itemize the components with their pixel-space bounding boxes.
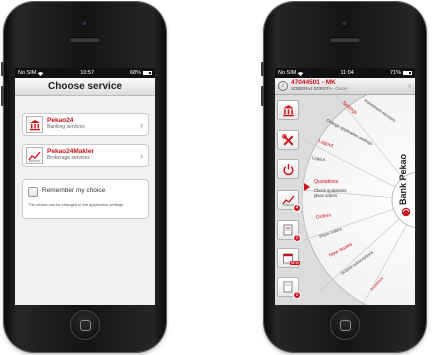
battery-icon — [403, 71, 412, 75]
volume-up-button — [261, 86, 264, 106]
chevron-right-icon: › — [140, 150, 143, 161]
owner-name: SOBIERAJ DOROTA — [291, 86, 332, 92]
carrier-label: No SIM — [278, 70, 304, 76]
account-header[interactable]: i 47044501 - MK SOBIERAJ DOROTA - Owner … — [275, 78, 415, 95]
remember-choice-label[interactable]: Remember my choice — [42, 187, 105, 194]
rotary-menu-wheel[interactable]: Bank Pekao Investment services Settings … — [302, 95, 415, 305]
battery-indicator: 68% — [130, 70, 152, 76]
volume-up-button — [1, 86, 4, 106]
status-bar: No SIM 11:04 71% — [275, 68, 415, 78]
investors-rail-button[interactable]: 0 — [277, 277, 301, 299]
front-camera — [82, 21, 88, 27]
status-bar: No SIM 10:57 68% — [15, 68, 155, 78]
remember-choice-checkbox[interactable] — [28, 187, 38, 197]
notification-badge: 4 — [293, 204, 301, 212]
screen-choose-service: No SIM 10:57 68% Choose service Pekao24 … — [15, 68, 155, 305]
service-description: Brokerage services — [47, 155, 90, 162]
page-title: Choose service — [48, 81, 122, 92]
status-time: 10:57 — [80, 70, 95, 76]
service-description: Banking services — [47, 124, 85, 131]
owner-role: Owner — [335, 86, 348, 92]
wifi-icon — [298, 71, 304, 76]
new-issues-rail-button[interactable]: NEW — [277, 248, 300, 268]
wifi-icon — [38, 71, 44, 76]
notification-badge: 0 — [293, 291, 301, 299]
menu-item-quotations-title[interactable]: Quotations — [314, 179, 339, 185]
power-icon — [283, 163, 293, 175]
navigation-bar: Choose service — [15, 78, 155, 96]
home-square-icon — [340, 320, 351, 331]
service-pekao24-button[interactable]: Pekao24 Banking services › — [22, 113, 149, 136]
document-icon — [283, 224, 293, 236]
stock-chart-icon — [281, 195, 294, 206]
chevron-right-icon: › — [408, 81, 411, 90]
status-time: 11:04 — [340, 70, 354, 76]
mute-switch — [261, 62, 264, 76]
settings-rail-button[interactable] — [277, 130, 299, 150]
service-pekao24makler-button[interactable]: Pekao24Makler Brokerage services › — [22, 144, 149, 167]
earpiece-speaker — [70, 37, 100, 42]
document-icon — [283, 281, 293, 293]
screen-main-menu: No SIM 11:04 71% i 47044501 - MK SOBIERA… — [275, 68, 415, 305]
owner-line: SOBIERAJ DOROTA - Owner — [291, 86, 348, 92]
new-badge: NEW — [289, 261, 300, 265]
front-camera — [342, 21, 348, 27]
chevron-right-icon: › — [140, 119, 143, 130]
bank-rail-button[interactable] — [277, 100, 299, 120]
home-button[interactable] — [70, 310, 100, 340]
bank-building-icon — [282, 104, 294, 116]
carrier-label: No SIM — [18, 70, 44, 76]
earpiece-speaker — [330, 37, 360, 42]
logout-rail-button[interactable] — [277, 159, 299, 179]
phone-right: No SIM 11:04 71% i 47044501 - MK SOBIERA… — [261, 2, 426, 352]
brand-label: Bank Pekao — [398, 153, 408, 205]
notification-badge: 0 — [293, 234, 301, 242]
battery-indicator: 71% — [390, 70, 412, 76]
info-icon[interactable]: i — [278, 81, 288, 91]
battery-icon — [143, 71, 152, 75]
bank-building-icon — [26, 116, 43, 133]
home-button[interactable] — [330, 310, 360, 340]
remember-choice-note: The choice can be changed in the applica… — [28, 202, 124, 207]
remember-choice-panel: Remember my choice The choice can be cha… — [22, 179, 149, 219]
tools-icon — [281, 133, 294, 146]
orders-rail-button[interactable]: 0 — [277, 220, 301, 242]
home-square-icon — [80, 320, 91, 331]
stock-chart-icon — [26, 147, 43, 164]
mute-switch — [1, 62, 4, 76]
quotations-rail-button[interactable]: 4 — [277, 190, 301, 212]
phone-left: No SIM 10:57 68% Choose service Pekao24 … — [1, 2, 166, 352]
